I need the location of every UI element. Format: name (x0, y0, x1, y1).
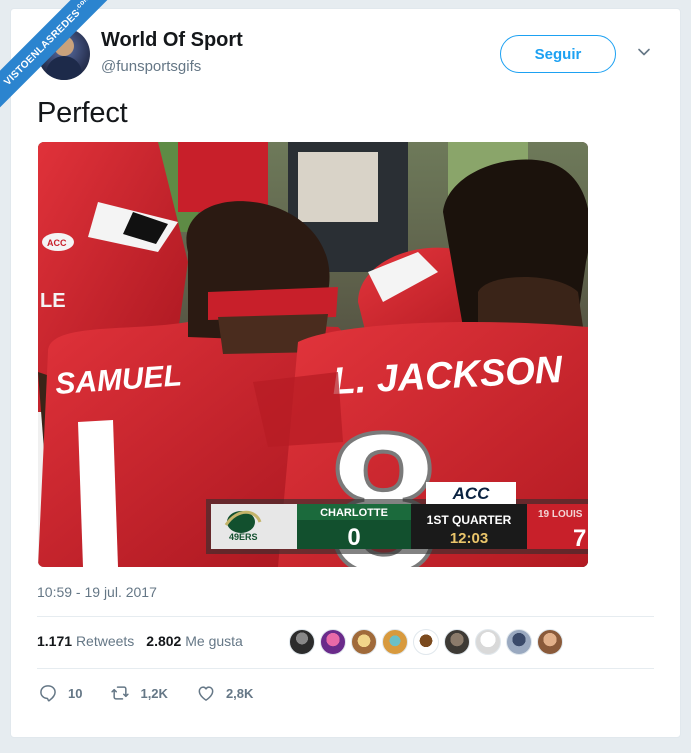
retweet-icon (111, 686, 130, 700)
retweet-count: 1,2K (140, 685, 168, 701)
liker-avatar[interactable] (382, 629, 408, 655)
chevron-down-icon[interactable] (636, 44, 652, 60)
team-left-score: 0 (347, 524, 360, 551)
watermark-text: VISTOENLASREDES.com (2, 0, 92, 88)
liker-avatar[interactable] (289, 629, 315, 655)
liker-avatar[interactable] (444, 629, 470, 655)
acc-patch-text: ACC (47, 238, 67, 248)
liker-avatars (289, 629, 563, 655)
game-clock: 12:03 (450, 530, 488, 547)
jersey-partial-text: LE (40, 290, 66, 312)
team-right-score: 7 (573, 525, 586, 552)
watermark-ribbon: VISTOENLASREDES.com (0, 0, 120, 120)
divider (37, 616, 654, 617)
reply-button[interactable]: 10 (38, 683, 82, 703)
like-button[interactable]: 2,8K (196, 683, 253, 703)
football-players-image: ACC LE SAMUEL L. JACKSON 8 49ERS CHARLOT… (38, 142, 588, 567)
retweet-button[interactable]: 1,2K (110, 683, 168, 703)
team-logo-text: 49ERS (229, 532, 258, 542)
tweet-photo[interactable]: ACC LE SAMUEL L. JACKSON 8 49ERS CHARLOT… (38, 142, 588, 567)
liker-avatar[interactable] (506, 629, 532, 655)
liker-avatar[interactable] (537, 629, 563, 655)
liker-avatar[interactable] (351, 629, 377, 655)
reply-count: 10 (68, 685, 83, 701)
quarter-label: 1ST QUARTER (427, 513, 512, 527)
acc-logo-text: ACC (452, 484, 491, 503)
tweet-stats: 1.171 Retweets 2.802 Me gusta (37, 633, 243, 649)
action-bar: 10 1,2K 2,8K (38, 683, 281, 703)
likes-stat[interactable]: 2.802 Me gusta (146, 633, 243, 649)
account-name[interactable]: World Of Sport (101, 29, 243, 52)
heart-icon (198, 686, 214, 701)
liker-avatar[interactable] (320, 629, 346, 655)
tweet-timestamp[interactable]: 10:59 - 19 jul. 2017 (37, 584, 157, 600)
team-left-name: CHARLOTTE (320, 507, 388, 519)
like-count: 2,8K (225, 685, 254, 701)
divider (37, 668, 654, 669)
liker-avatar[interactable] (475, 629, 501, 655)
team-right-name: 19 LOUIS (538, 509, 583, 520)
follow-button[interactable]: Seguir (500, 35, 616, 73)
retweets-stat[interactable]: 1.171 Retweets (37, 633, 134, 649)
reply-icon (40, 685, 56, 702)
liker-avatar[interactable] (413, 629, 439, 655)
